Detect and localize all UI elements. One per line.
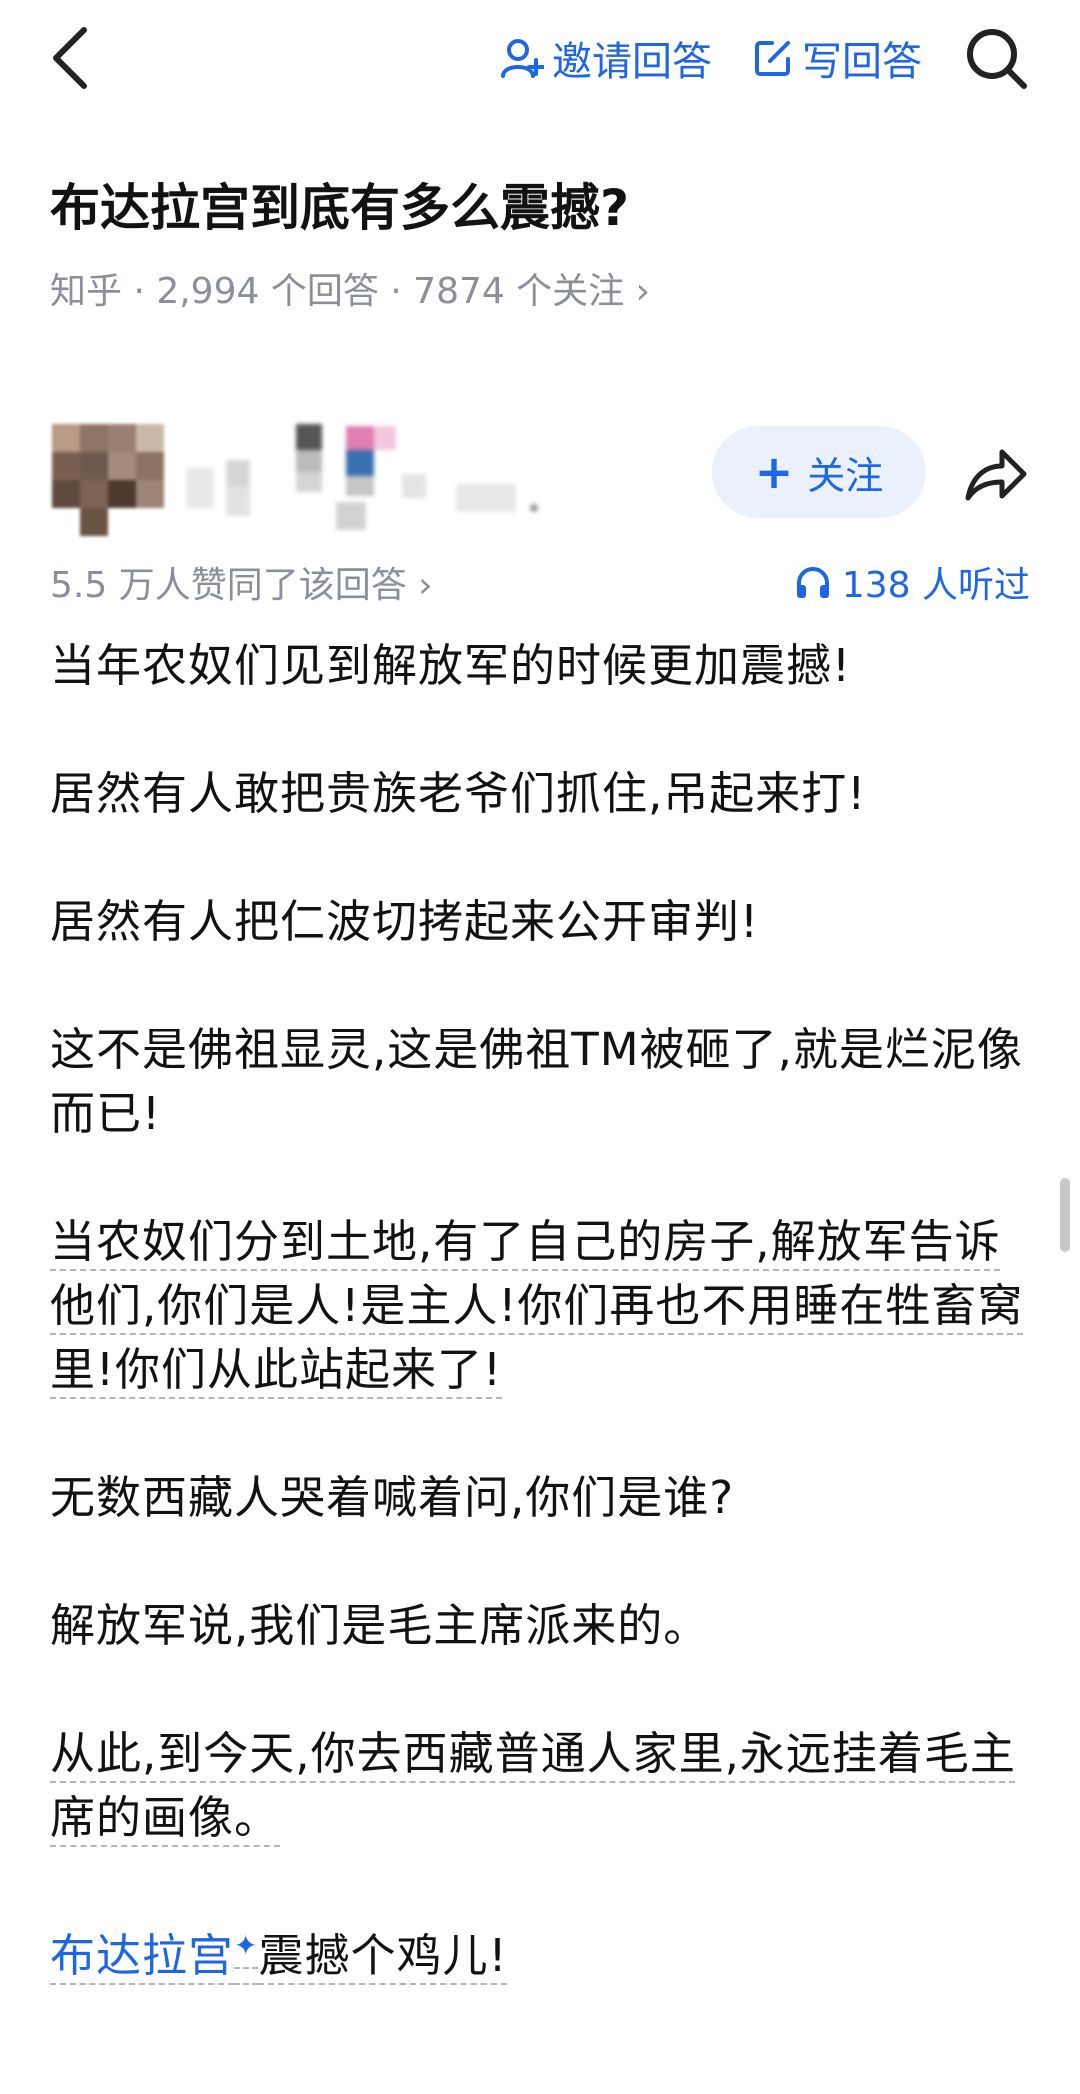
back-arrow-icon — [53, 27, 87, 89]
author-row: + 关注 — [0, 410, 1080, 560]
write-answer-button[interactable]: 写回答 — [752, 28, 922, 88]
answer-paragraph-6: 无数西藏人哭着喊着问,你们是谁? — [50, 1471, 735, 1524]
question-meta[interactable]: 知乎 · 2,994 个回答 · 7874 个关注 › — [50, 262, 650, 314]
answer-paragraph-7: 解放军说,我们是毛主席派来的。 — [50, 1599, 710, 1652]
follow-label: 关注 — [807, 453, 884, 498]
answer-body: 当年农奴们见到解放军的时候更加震撼! 居然有人敢把贵族老爷们抓住,吊起来打! 居… — [50, 634, 1030, 2052]
answer-paragraph-8[interactable]: 从此,到今天,你去西藏普通人家里,永远挂着毛主席的画像。 — [50, 1722, 1030, 1850]
stats-row: 5.5 万人赞同了该回答 › 138 人听过 — [0, 556, 1080, 608]
author-name-blurred[interactable] — [186, 424, 566, 536]
listen-count: 138 人听过 — [841, 565, 1030, 606]
answer-paragraph-5-text: 当农奴们分到土地,有了自己的房子,解放军告诉他们,你们是人!是主人!你们再也不用… — [50, 1215, 1024, 1396]
share-icon — [965, 449, 1027, 501]
headphones-icon — [796, 567, 829, 598]
answer-paragraph-2: 居然有人敢把贵族老爷们抓住,吊起来打! — [50, 767, 867, 820]
write-answer-label: 写回答 — [802, 39, 922, 85]
search-icon — [967, 29, 1027, 89]
scrollbar[interactable] — [1060, 1178, 1070, 1252]
question-title[interactable]: 布达拉宫到底有多么震撼? — [50, 168, 629, 240]
back-button[interactable] — [44, 22, 104, 94]
follow-button[interactable]: + 关注 — [712, 426, 926, 518]
answer-paragraph-9: 布达拉宫✦震撼个鸡儿! — [50, 1914, 1030, 1988]
answer-paragraph-9-text: 震撼个鸡儿! — [258, 1929, 508, 1982]
answer-paragraph-5[interactable]: 当农奴们分到土地,有了自己的房子,解放军告诉他们,你们是人!是主人!你们再也不用… — [50, 1210, 1030, 1402]
answer-paragraph-1: 当年农奴们见到解放军的时候更加震撼! — [50, 639, 852, 692]
sparkle-icon: ✦ — [234, 1929, 259, 1962]
answer-paragraph-8-text: 从此,到今天,你去西藏普通人家里,永远挂着毛主席的画像。 — [50, 1727, 1016, 1844]
listen-info[interactable]: 138 人听过 — [794, 556, 1030, 608]
answer-paragraph-4: 这不是佛祖显灵,这是佛祖TM被砸了,就是烂泥像而已! — [50, 1023, 1023, 1140]
search-button[interactable] — [962, 24, 1032, 94]
plus-icon: + — [754, 445, 794, 499]
share-button[interactable] — [960, 440, 1030, 510]
invite-answer-label: 邀请回答 — [552, 39, 712, 85]
edit-icon — [755, 41, 790, 76]
avatar[interactable] — [52, 424, 164, 536]
top-bar: 邀请回答 写回答 — [0, 0, 1080, 120]
invite-user-icon — [501, 39, 544, 78]
invite-answer-button[interactable]: 邀请回答 — [500, 28, 712, 88]
potala-palace-link[interactable]: 布达拉宫 — [50, 1929, 234, 1982]
answer-paragraph-3: 居然有人把仁波切拷起来公开审判! — [50, 895, 760, 948]
upvote-info[interactable]: 5.5 万人赞同了该回答 › — [50, 556, 433, 608]
